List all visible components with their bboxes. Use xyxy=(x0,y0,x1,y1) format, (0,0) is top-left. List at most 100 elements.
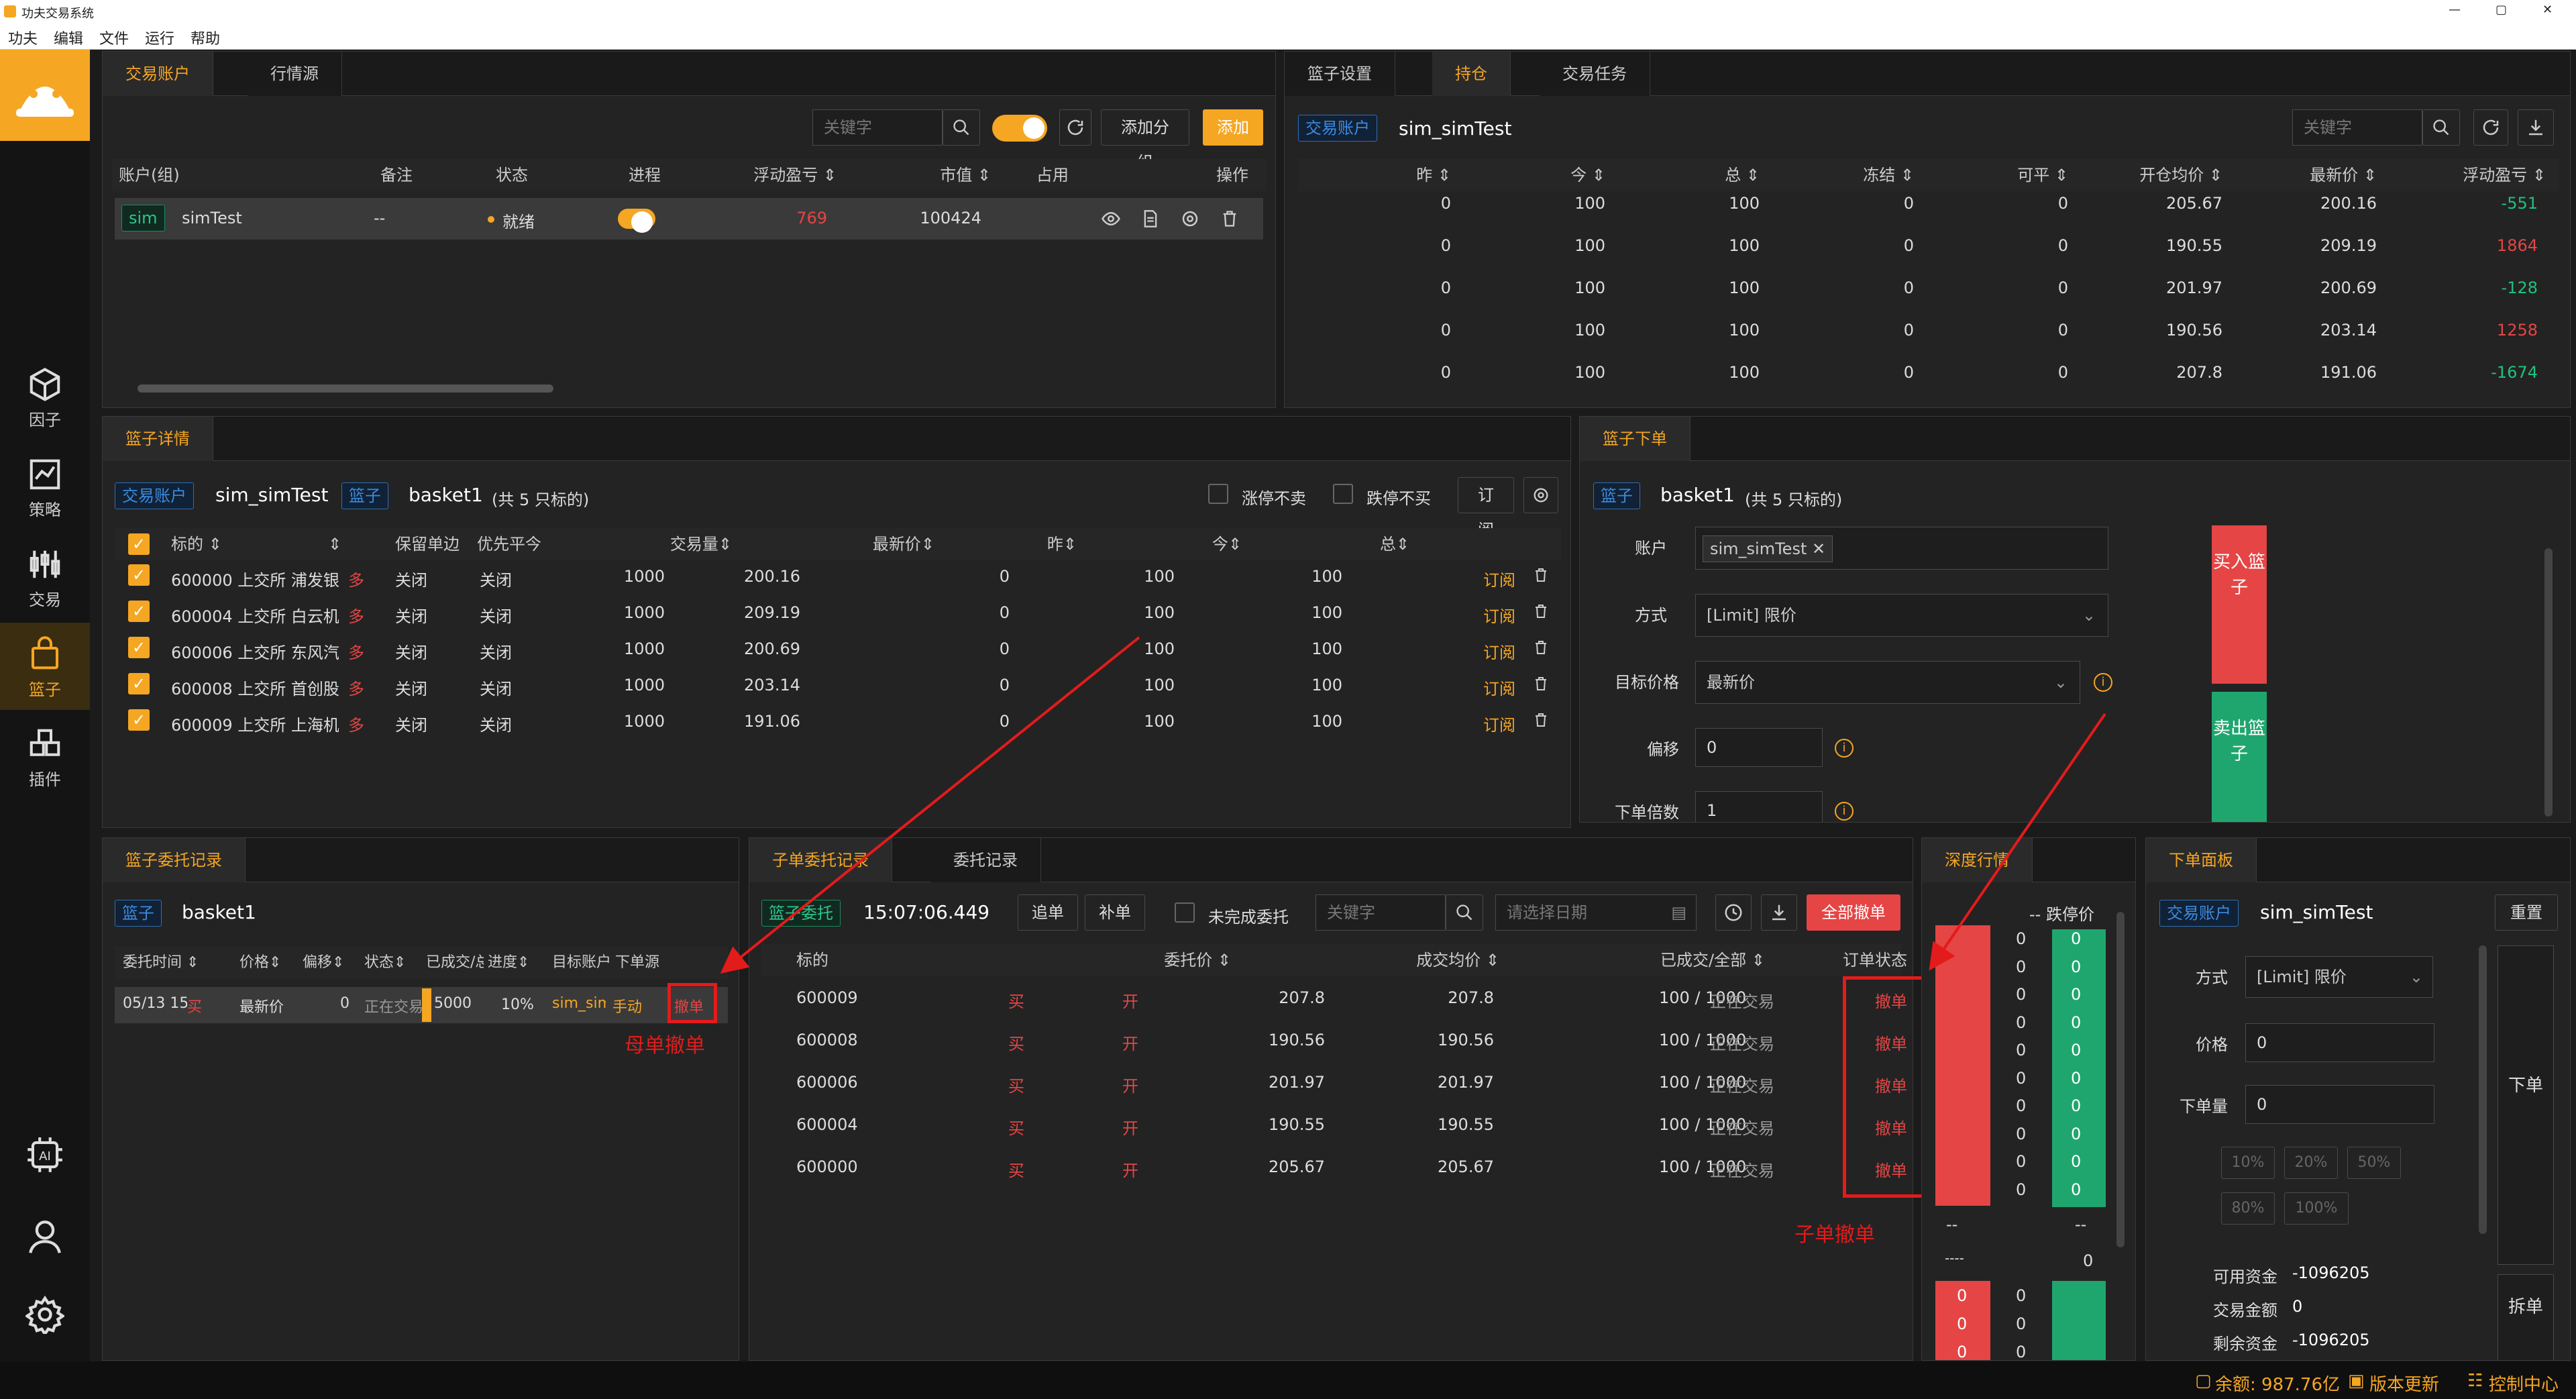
table-row[interactable]: 0 100 100 0 0 205.67 200.16 -551 xyxy=(1298,191,2559,225)
column-header[interactable]: 浮动盈亏 ⇕ xyxy=(669,159,837,191)
select-all-checkbox[interactable]: ✓ xyxy=(128,533,150,555)
table-row[interactable]: ✓ 600004 上交所 白云机场多 关闭 关闭 1000 209.19 0 100 100 订阅 xyxy=(115,597,1561,629)
subscribe-link[interactable]: 订阅 xyxy=(1483,712,1515,735)
close-button[interactable]: ✕ xyxy=(2542,3,2553,17)
tab-trade-tasks[interactable]: 交易任务 xyxy=(1540,52,1650,96)
download-button[interactable] xyxy=(2518,109,2554,146)
pct-80-button[interactable]: 80% xyxy=(2221,1192,2275,1225)
column-header[interactable]: 优先平今 xyxy=(477,528,541,560)
vertical-scrollbar[interactable] xyxy=(2479,945,2487,1234)
search-button[interactable] xyxy=(1446,894,1483,931)
column-header[interactable]: 冻结 ⇕ xyxy=(1780,159,1914,191)
column-header[interactable]: 保留单边 xyxy=(395,528,460,560)
column-header[interactable]: ⇕ xyxy=(328,528,341,560)
column-header[interactable]: 订单状态 xyxy=(1843,944,1907,976)
search-input[interactable]: 关键字 xyxy=(1316,894,1446,931)
table-row[interactable]: 0 100 100 0 0 190.55 209.19 1864 xyxy=(1298,234,2559,267)
pct-100-button[interactable]: 100% xyxy=(2284,1192,2349,1225)
sell-basket-button[interactable]: 卖出篮子 xyxy=(2212,692,2267,822)
info-icon[interactable]: i xyxy=(2094,673,2112,692)
multiple-input[interactable]: 1 xyxy=(1695,791,1823,822)
trash-icon[interactable] xyxy=(1533,674,1549,697)
submit-order-button[interactable]: 下单 xyxy=(2498,945,2554,1265)
column-header[interactable]: 开仓均价 ⇕ xyxy=(2088,159,2222,191)
version-update-link[interactable]: 版本更新 xyxy=(2369,1371,2439,1396)
info-icon[interactable]: i xyxy=(1835,802,1854,821)
row-checkbox[interactable]: ✓ xyxy=(128,709,150,731)
minimize-button[interactable]: — xyxy=(2449,3,2461,17)
tab-positions[interactable]: 持仓 xyxy=(1432,52,1511,96)
table-row[interactable]: 600009 买开 207.8 207.8 100 / 1000 正在交易 撤单 xyxy=(761,982,1907,1015)
trash-icon[interactable] xyxy=(1533,638,1549,661)
menu-item-kungfu[interactable]: 功夫 xyxy=(8,27,38,48)
table-row[interactable]: ✓ 600006 上交所 东风汽车多 关闭 关闭 1000 200.69 0 100 100 订阅 xyxy=(115,633,1561,665)
column-header[interactable]: 价格⇕ xyxy=(239,947,281,979)
sidebar-item-trade[interactable]: 交易 xyxy=(0,533,90,620)
account-select[interactable]: sim_simTest ✕ xyxy=(1695,527,2108,570)
trash-icon[interactable] xyxy=(1533,566,1549,588)
column-header[interactable]: 标的 xyxy=(796,944,828,976)
table-row[interactable]: 600000 买开 205.67 205.67 100 / 1000 正在交易 撤单 xyxy=(761,1151,1907,1184)
limit-up-checkbox[interactable] xyxy=(1208,484,1228,504)
trash-icon[interactable] xyxy=(1220,209,1239,229)
horizontal-scrollbar[interactable] xyxy=(138,384,553,393)
tab-basket-settings[interactable]: 篮子设置 xyxy=(1285,52,1395,96)
column-header[interactable]: 昨⇕ xyxy=(1010,528,1077,560)
column-header[interactable]: 浮动盈亏 ⇕ xyxy=(2412,159,2546,191)
tab-depth[interactable]: 深度行情 xyxy=(1922,838,2033,882)
column-header[interactable]: 委托时间 ⇕ xyxy=(123,947,223,979)
column-header[interactable]: 委托价 ⇕ xyxy=(1097,944,1231,976)
row-checkbox[interactable]: ✓ xyxy=(128,564,150,586)
table-row[interactable]: 0 100 100 0 0 201.97 200.69 -128 xyxy=(1298,276,2559,309)
refill-order-button[interactable]: 补单 xyxy=(1085,894,1145,931)
tab-trade-account[interactable]: 交易账户 xyxy=(103,52,213,96)
pct-50-button[interactable]: 50% xyxy=(2347,1147,2401,1179)
user-icon[interactable] xyxy=(25,1217,64,1256)
column-header[interactable]: 标的 ⇕ xyxy=(171,528,222,560)
gear-icon[interactable] xyxy=(25,1295,64,1334)
reset-button[interactable]: 重置 xyxy=(2495,894,2558,931)
table-row[interactable]: 600008 买开 190.56 190.56 100 / 1000 正在交易 撤单 xyxy=(761,1024,1907,1057)
settings-icon[interactable] xyxy=(1180,209,1200,229)
table-row[interactable]: 600006 买开 201.97 201.97 100 / 1000 正在交易 撤单 xyxy=(761,1066,1907,1100)
process-toggle[interactable] xyxy=(618,209,655,233)
account-chip[interactable]: sim_simTest ✕ xyxy=(1703,535,1833,562)
tab-order-panel[interactable]: 下单面板 xyxy=(2146,838,2257,882)
sidebar-item-strategy[interactable]: 策略 xyxy=(0,443,90,530)
subscribe-link[interactable]: 订阅 xyxy=(1483,603,1515,627)
tab-basket-order[interactable]: 篮子下单 xyxy=(1580,417,1690,461)
date-input[interactable]: 请选择日期 ▤ xyxy=(1495,894,1697,931)
column-header[interactable]: 已成交/全部 ⇕ xyxy=(1660,944,1765,976)
search-input[interactable]: 关键字 xyxy=(2292,109,2422,146)
table-row[interactable]: sim simTest -- 就绪 769 100424 xyxy=(115,198,1263,240)
sidebar-item-basket[interactable]: 篮子 xyxy=(0,623,90,710)
table-row[interactable]: ✓ 600008 上交所 首创股份多 关闭 关闭 1000 203.14 0 100 100 订阅 xyxy=(115,669,1561,701)
quantity-input[interactable]: 0 xyxy=(2245,1085,2434,1124)
menu-item-run[interactable]: 运行 xyxy=(145,27,174,48)
tab-basket-records[interactable]: 篮子委托记录 xyxy=(103,838,246,882)
row-checkbox[interactable]: ✓ xyxy=(128,601,150,622)
ai-chip-icon[interactable]: AI xyxy=(24,1134,66,1176)
column-header[interactable]: 成交均价 ⇕ xyxy=(1365,944,1499,976)
download-button[interactable] xyxy=(1761,894,1797,931)
subscribe-link[interactable]: 订阅 xyxy=(1483,676,1515,699)
add-group-button[interactable]: 添加分组 xyxy=(1101,109,1189,172)
column-header[interactable]: 最新价⇕ xyxy=(800,528,934,560)
method-select[interactable]: [Limit] 限价 ⌄ xyxy=(1695,594,2108,637)
sidebar-item-factor[interactable]: 因子 xyxy=(0,353,90,440)
unfinished-checkbox[interactable] xyxy=(1175,902,1195,923)
column-header[interactable]: 今⇕ xyxy=(1175,528,1242,560)
subscribe-link[interactable]: 订阅 xyxy=(1483,639,1515,663)
refresh-button[interactable] xyxy=(2473,109,2508,146)
table-row[interactable]: 05/13 15:07:06 买 最新价 0 正在交易 5000 10% sim… xyxy=(115,987,728,1023)
settings-button[interactable] xyxy=(1523,477,1558,513)
pct-10-button[interactable]: 10% xyxy=(2221,1147,2275,1179)
search-button[interactable] xyxy=(943,109,980,146)
method-select[interactable]: [Limit] 限价 ⌄ xyxy=(2245,956,2433,998)
cancel-all-button[interactable]: 全部撤单 xyxy=(1807,894,1900,931)
account-toggle[interactable] xyxy=(992,115,1047,142)
offset-input[interactable]: 0 xyxy=(1695,728,1823,767)
column-header[interactable]: 交易量⇕ xyxy=(598,528,732,560)
column-header[interactable]: 状态⇕ xyxy=(364,947,406,979)
control-center-link[interactable]: 控制中心 xyxy=(2489,1371,2559,1396)
